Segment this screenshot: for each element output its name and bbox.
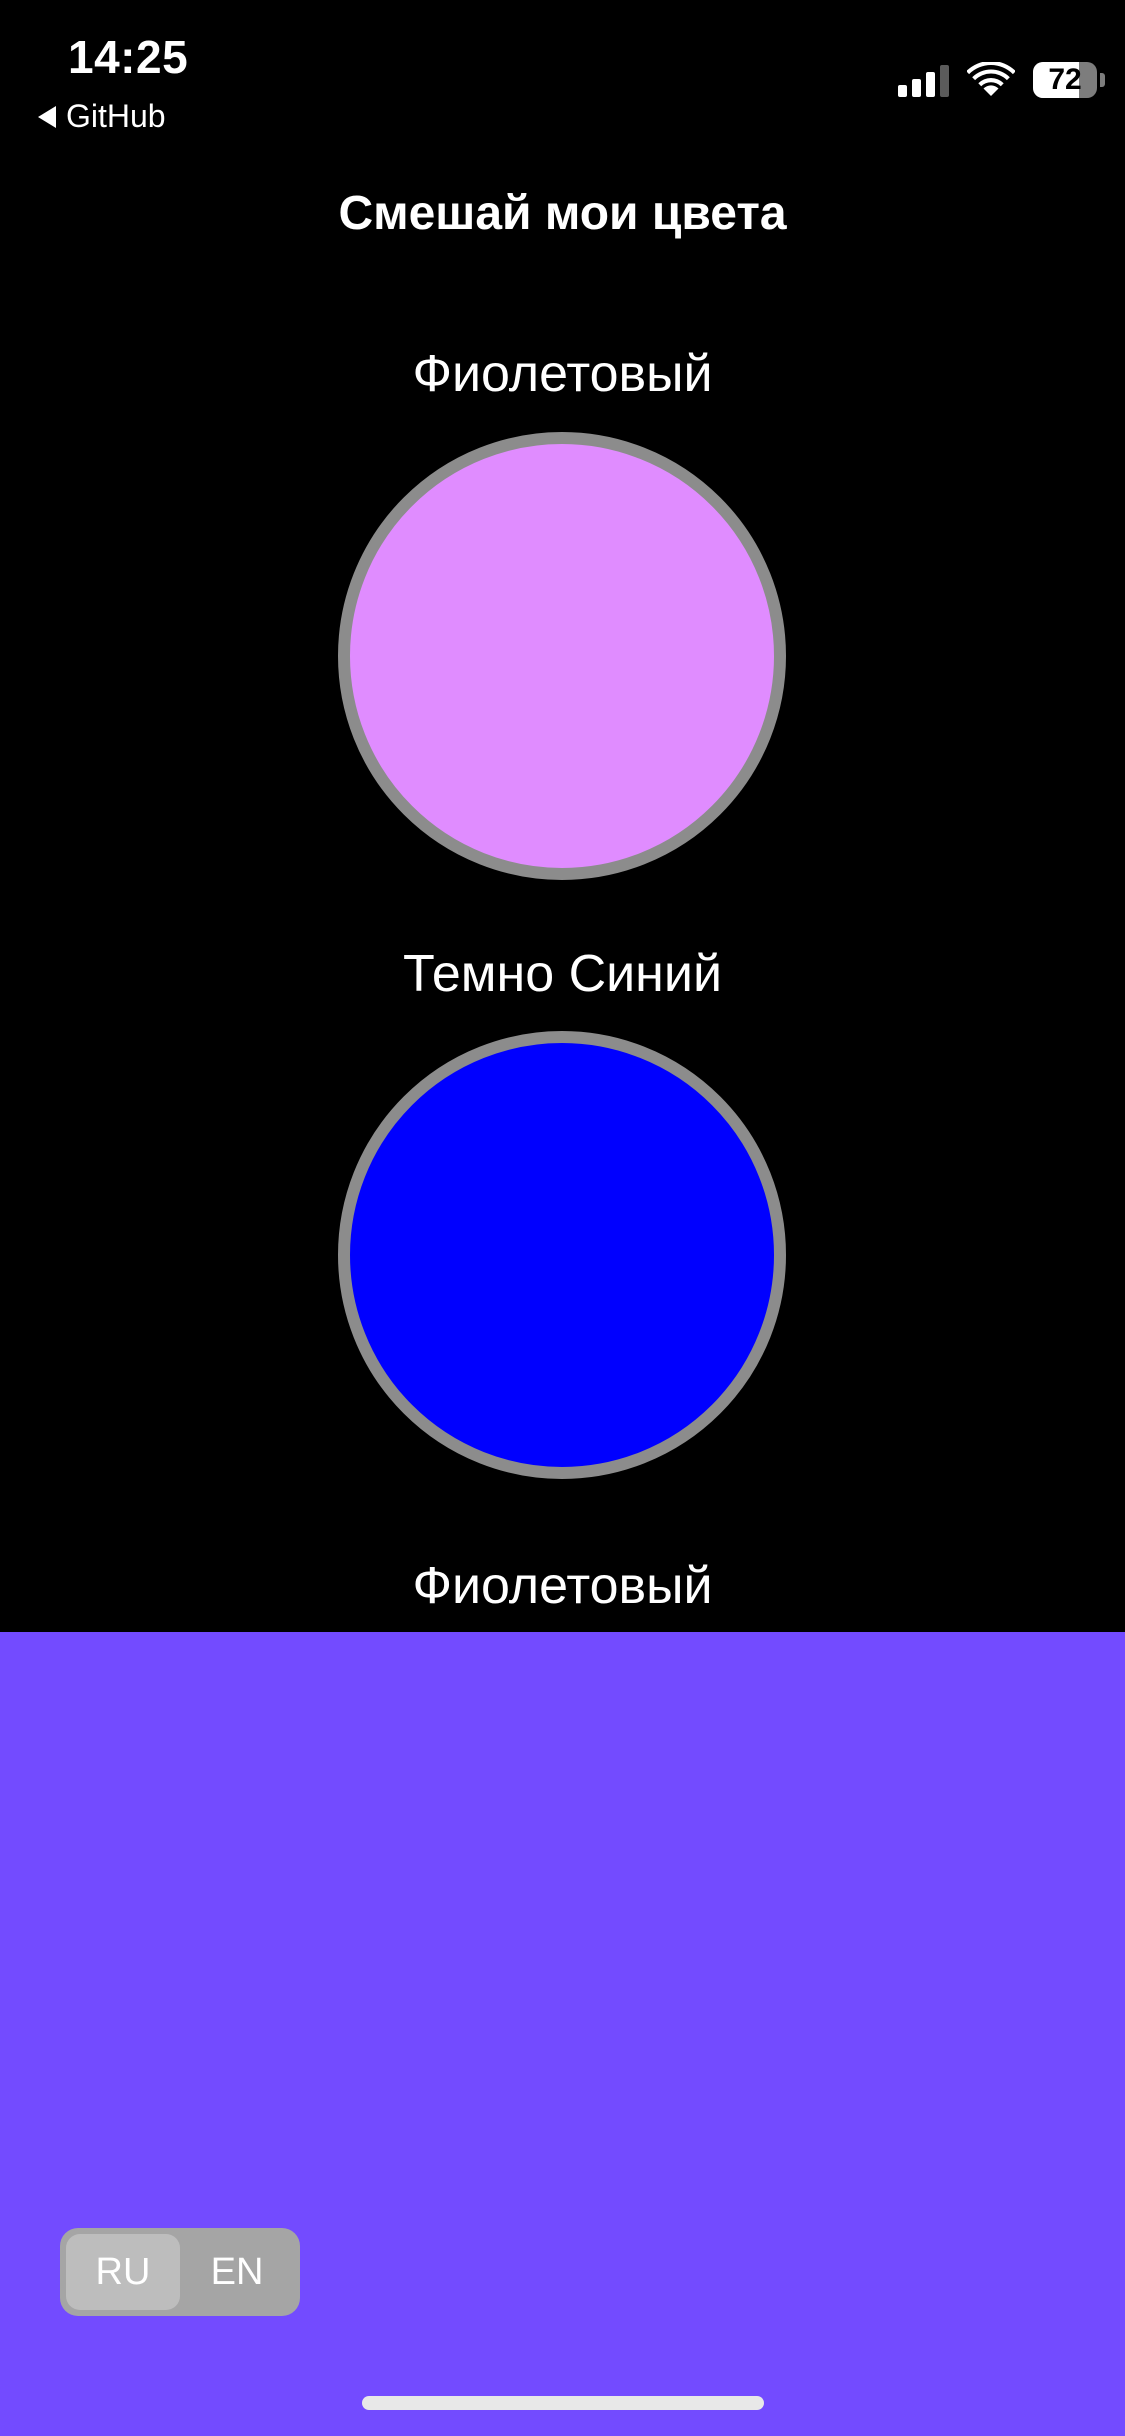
color-2-label: Темно Синий bbox=[402, 945, 722, 1003]
wifi-icon bbox=[967, 62, 1015, 96]
status-time: 14:25 bbox=[68, 31, 189, 83]
back-label: GitHub bbox=[66, 98, 166, 134]
page-title: Смешай мои цвета bbox=[338, 187, 787, 240]
cellular-signal-icon bbox=[898, 63, 949, 97]
color-2-circle[interactable] bbox=[338, 1031, 786, 1479]
battery-level: 72 bbox=[1048, 63, 1082, 96]
home-indicator[interactable] bbox=[362, 2396, 764, 2410]
back-arrow-icon bbox=[38, 105, 56, 128]
lang-option-ru[interactable]: RU bbox=[66, 2234, 180, 2310]
battery-icon: 72 bbox=[1033, 62, 1105, 98]
back-to-github-button[interactable]: GitHub bbox=[38, 98, 166, 135]
color-1-circle[interactable] bbox=[338, 432, 786, 880]
lang-option-en[interactable]: EN bbox=[180, 2234, 294, 2310]
result-color-label: Фиолетовый bbox=[412, 1557, 713, 1615]
status-indicators: 72 bbox=[898, 62, 1105, 98]
language-toggle[interactable]: RU EN bbox=[60, 2228, 300, 2316]
color-1-label: Фиолетовый bbox=[412, 345, 713, 403]
